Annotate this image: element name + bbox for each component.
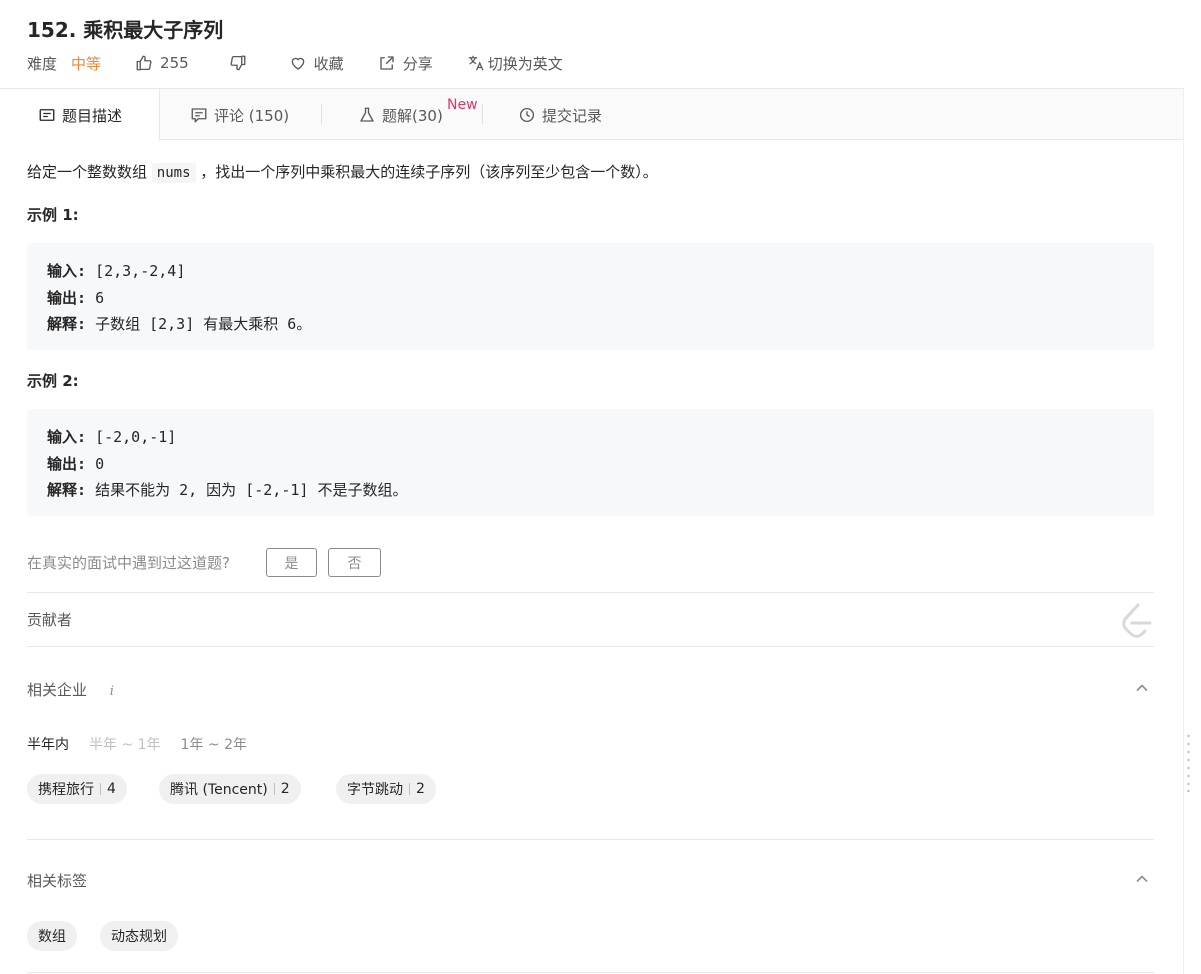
share-icon [378,54,396,72]
tab-label: 提交记录 [542,106,603,125]
problem-header: 152. 乘积最大子序列 难度 中等 255 收藏 分享 切换为英文 [0,0,1201,88]
period-option[interactable]: 半年内 [27,734,69,754]
chevron-up-icon[interactable] [1134,680,1150,696]
tab-label: 题解(30) [382,106,443,125]
tab-separator [482,104,483,124]
example-title: 示例 1: [27,206,79,224]
switch-language-button[interactable]: 切换为英文 [467,53,563,74]
example-code-block: 输入: [-2,0,-1] 输出: 0 解释: 结果不能为 2, 因为 [-2,… [27,409,1154,516]
contributors-label: 贡献者 [27,611,73,629]
tags-section-header[interactable]: 相关标签 [27,870,87,891]
comment-icon [190,106,208,124]
tab-solutions[interactable]: 题解(30) [358,89,443,141]
problem-title: 152. 乘积最大子序列 [27,18,224,42]
tab-label: 题目描述 [62,106,123,125]
thumbs-up-icon [135,54,153,72]
period-option[interactable]: 半年 ~ 1年 [89,734,161,754]
like-button[interactable]: 255 [135,54,189,72]
difficulty-value: 中等 [71,54,102,73]
thumbs-down-icon [229,54,247,72]
period-filter: 半年内 半年 ~ 1年 1年 ~ 2年 [27,734,247,754]
divider [27,592,1154,593]
difficulty-label: 难度 [27,54,58,73]
company-tag[interactable]: 字节跳动 2 [336,774,436,804]
company-tag[interactable]: 腾讯 (Tencent) 2 [159,774,301,804]
tab-comments[interactable]: 评论 (150) [190,89,289,141]
topic-tag[interactable]: 数组 [27,921,77,951]
info-icon[interactable]: i [110,684,114,699]
resize-handle[interactable] [1186,734,1191,793]
topic-tag[interactable]: 动态规划 [100,921,178,951]
tab-description[interactable]: 题目描述 [0,89,160,141]
divider [27,839,1154,840]
leetcode-logo-icon [1118,601,1154,641]
inline-code: nums [151,163,196,183]
divider [27,972,1154,973]
switch-language-label: 切换为英文 [487,54,563,73]
interview-question: 在真实的面试中遇到过这道题? 是 否 [27,547,381,578]
translate-icon [467,54,485,72]
share-button[interactable]: 分享 [378,53,433,74]
favorite-label: 收藏 [313,54,344,73]
document-icon [38,106,56,124]
period-option[interactable]: 1年 ~ 2年 [181,734,247,754]
divider [27,646,1154,647]
problem-description: 给定一个整数数组 nums ，找出一个序列中乘积最大的连续子序列（该序列至少包含… [27,163,658,183]
interview-question-text: 在真实的面试中遇到过这道题? [27,554,230,572]
no-button[interactable]: 否 [327,548,381,577]
share-label: 分享 [402,54,433,73]
like-count: 255 [160,54,189,72]
problem-meta: 难度 中等 255 收藏 分享 切换为英文 [27,52,563,74]
side-panel-edge [1183,88,1201,974]
clock-icon [518,106,536,124]
dislike-button[interactable] [229,54,247,72]
yes-button[interactable]: 是 [265,548,317,577]
tab-submissions[interactable]: 提交记录 [518,89,602,141]
chevron-up-icon[interactable] [1134,871,1150,887]
company-tag[interactable]: 携程旅行 4 [27,774,127,804]
flask-icon [358,106,376,124]
tab-separator [321,104,322,124]
heart-icon [289,54,307,72]
example-title: 示例 2: [27,372,79,390]
favorite-button[interactable]: 收藏 [289,53,344,74]
example-code-block: 输入: [2,3,-2,4] 输出: 6 解释: 子数组 [2,3] 有最大乘积… [27,243,1154,350]
companies-section-header[interactable]: 相关企业 i [27,679,114,700]
new-badge: New [447,97,478,113]
tab-label: 评论 (150) [214,106,290,125]
tab-bar: 题目描述 评论 (150) 题解(30) New 提交记录 [0,88,1183,141]
